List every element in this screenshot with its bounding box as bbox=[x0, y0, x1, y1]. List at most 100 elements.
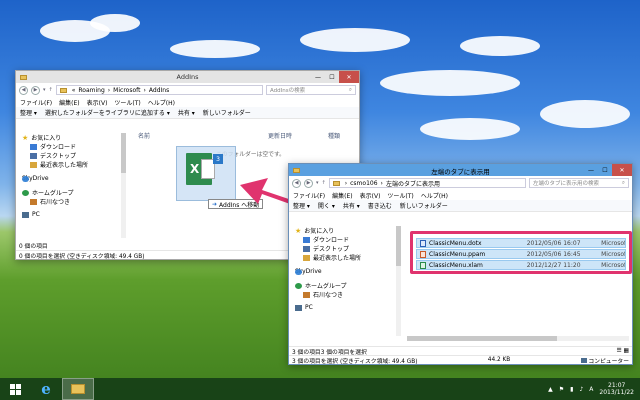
status-bar: 3 個の項目 3 個の項目を選択 ☰ ▦ bbox=[289, 346, 632, 356]
nav-downloads[interactable]: ダウンロード bbox=[295, 235, 395, 244]
volume-icon[interactable]: ♪ bbox=[579, 386, 583, 393]
windows-logo-icon bbox=[9, 383, 21, 395]
maximize-button[interactable]: ☐ bbox=[325, 71, 339, 83]
new-folder-button[interactable]: 新しいフォルダー bbox=[400, 201, 448, 210]
clock[interactable]: 21:07 2013/11/22 bbox=[599, 382, 634, 396]
close-button[interactable]: ✕ bbox=[339, 71, 359, 83]
nav-skydrive[interactable]: SkyDrive bbox=[22, 174, 122, 183]
new-folder-button[interactable]: 新しいフォルダー bbox=[203, 108, 251, 117]
item-count-badge: 3 bbox=[213, 154, 223, 164]
nav-pc[interactable]: PC bbox=[295, 303, 395, 312]
homegroup-icon bbox=[22, 189, 29, 196]
share-button[interactable]: 共有 ▾ bbox=[178, 108, 195, 117]
command-bar: 整理 ▾ 開く ▾ 共有 ▾ 書き込む 新しいフォルダー bbox=[289, 200, 632, 212]
taskbar: e ▲ ⚑ ▮ ♪ A 21:07 2013/11/22 bbox=[0, 378, 640, 400]
nav-user[interactable]: 石川なつき bbox=[295, 290, 395, 299]
breadcrumb-item[interactable]: Roaming bbox=[78, 87, 104, 94]
nav-downloads[interactable]: ダウンロード bbox=[22, 142, 122, 151]
menu-edit[interactable]: 編集(E) bbox=[332, 191, 352, 200]
details-bar: 3 個の項目を選択 (空きディスク領域: 49.4 GB) 44.2 KB コン… bbox=[289, 355, 632, 365]
internet-explorer-icon: e bbox=[41, 380, 51, 398]
breadcrumb-item[interactable]: csmo106 bbox=[350, 180, 377, 187]
up-button[interactable]: ↑ bbox=[322, 180, 326, 186]
column-name[interactable]: 名前 bbox=[138, 131, 150, 140]
up-button[interactable]: ↑ bbox=[49, 87, 53, 93]
nav-recent[interactable]: 最近表示した場所 bbox=[295, 253, 395, 262]
network-icon[interactable]: ▮ bbox=[570, 386, 573, 393]
menu-view[interactable]: 表示(V) bbox=[360, 191, 381, 200]
forward-button[interactable]: ▶ bbox=[31, 85, 40, 95]
add-to-library-button[interactable]: 選択したフォルダーをライブラリに追加する ▾ bbox=[45, 108, 170, 117]
menu-view[interactable]: 表示(V) bbox=[87, 98, 108, 107]
column-date[interactable]: 更新日時 bbox=[268, 131, 292, 140]
highlight-box bbox=[410, 231, 632, 274]
internet-explorer-button[interactable]: e bbox=[30, 378, 62, 400]
breadcrumb-item[interactable]: 左端のタブに表示用 bbox=[386, 179, 440, 188]
address-bar[interactable]: « Roaming › Microsoft › AddIns bbox=[55, 85, 263, 95]
nav-recent[interactable]: 最近表示した場所 bbox=[22, 160, 122, 169]
minimize-button[interactable]: — bbox=[584, 164, 598, 176]
menu-help[interactable]: ヘルプ(H) bbox=[421, 191, 448, 200]
ime-indicator[interactable]: A bbox=[589, 386, 593, 393]
addins-titlebar[interactable]: AddIns — ☐ ✕ bbox=[16, 71, 359, 83]
start-button[interactable] bbox=[0, 378, 30, 400]
classic-menu-window[interactable]: 左端のタブに表示用 — ☐ ✕ ◀ ▶ ▾ ↑ › csmo106 › 左端のタ… bbox=[288, 163, 633, 365]
nav-desktop[interactable]: デスクトップ bbox=[295, 244, 395, 253]
tray-arrow-icon[interactable]: ▲ bbox=[548, 386, 553, 393]
menu-help[interactable]: ヘルプ(H) bbox=[148, 98, 175, 107]
search-input[interactable]: 左端のタブに表示用の検索 ⌕ bbox=[529, 178, 629, 188]
maximize-button[interactable]: ☐ bbox=[598, 164, 612, 176]
computer-icon bbox=[580, 357, 587, 363]
chevron-down-icon[interactable]: ▾ bbox=[43, 87, 46, 93]
nav-scrollbar[interactable] bbox=[121, 133, 126, 238]
nav-favorites[interactable]: ★ お気に入り bbox=[295, 226, 395, 235]
view-toggle-icon[interactable]: ☰ ▦ bbox=[616, 348, 629, 354]
menu-file[interactable]: ファイル(F) bbox=[20, 98, 52, 107]
skydrive-icon bbox=[22, 175, 29, 182]
classic-titlebar[interactable]: 左端のタブに表示用 — ☐ ✕ bbox=[289, 164, 632, 176]
nav-skydrive[interactable]: SkyDrive bbox=[295, 267, 395, 276]
forward-button[interactable]: ▶ bbox=[304, 178, 313, 188]
horizontal-scrollbar[interactable] bbox=[407, 336, 629, 341]
file-explorer-button[interactable] bbox=[62, 378, 94, 400]
back-button[interactable]: ◀ bbox=[292, 178, 301, 188]
folder-icon bbox=[332, 180, 340, 186]
nav-homegroup[interactable]: ホームグループ bbox=[295, 281, 395, 290]
skydrive-icon bbox=[295, 268, 302, 275]
nav-pc[interactable]: PC bbox=[22, 210, 122, 219]
nav-scrollbar[interactable] bbox=[396, 226, 401, 336]
open-button[interactable]: 開く ▾ bbox=[318, 201, 335, 210]
classic-window-title: 左端のタブに表示用 bbox=[431, 168, 490, 176]
chevron-down-icon[interactable]: ▾ bbox=[316, 180, 319, 186]
nav-homegroup[interactable]: ホームグループ bbox=[22, 188, 122, 197]
nav-user[interactable]: 石川なつき bbox=[22, 197, 122, 206]
organize-button[interactable]: 整理 ▾ bbox=[20, 108, 37, 117]
burn-button[interactable]: 書き込む bbox=[368, 201, 392, 210]
menu-file[interactable]: ファイル(F) bbox=[293, 191, 325, 200]
menu-bar: ファイル(F) 編集(E) 表示(V) ツール(T) ヘルプ(H) bbox=[16, 97, 359, 107]
column-type[interactable]: 種類 bbox=[328, 131, 340, 140]
menu-tools[interactable]: ツール(T) bbox=[114, 98, 140, 107]
flag-icon[interactable]: ⚑ bbox=[559, 386, 564, 393]
download-icon bbox=[30, 143, 37, 150]
computer-location: コンピューター bbox=[580, 356, 629, 365]
breadcrumb-item[interactable]: AddIns bbox=[149, 87, 169, 94]
menu-edit[interactable]: 編集(E) bbox=[59, 98, 79, 107]
address-bar[interactable]: › csmo106 › 左端のタブに表示用 bbox=[328, 178, 526, 188]
desktop-icon bbox=[303, 245, 310, 252]
search-input[interactable]: AddInsの検索 ⌕ bbox=[266, 85, 356, 95]
nav-favorites[interactable]: ★ お気に入り bbox=[22, 133, 122, 142]
drag-tooltip: ➜ AddIns へ移動 bbox=[208, 199, 264, 209]
download-icon bbox=[303, 236, 310, 243]
organize-button[interactable]: 整理 ▾ bbox=[293, 201, 310, 210]
back-button[interactable]: ◀ bbox=[19, 85, 28, 95]
share-button[interactable]: 共有 ▾ bbox=[343, 201, 360, 210]
close-button[interactable]: ✕ bbox=[612, 164, 632, 176]
minimize-button[interactable]: — bbox=[311, 71, 325, 83]
search-icon: ⌕ bbox=[348, 86, 352, 93]
desktop-icon bbox=[30, 152, 37, 159]
breadcrumb-item[interactable]: Microsoft bbox=[113, 87, 140, 94]
nav-desktop[interactable]: デスクトップ bbox=[22, 151, 122, 160]
menu-tools[interactable]: ツール(T) bbox=[387, 191, 413, 200]
system-tray: ▲ ⚑ ▮ ♪ A 21:07 2013/11/22 bbox=[548, 378, 634, 400]
